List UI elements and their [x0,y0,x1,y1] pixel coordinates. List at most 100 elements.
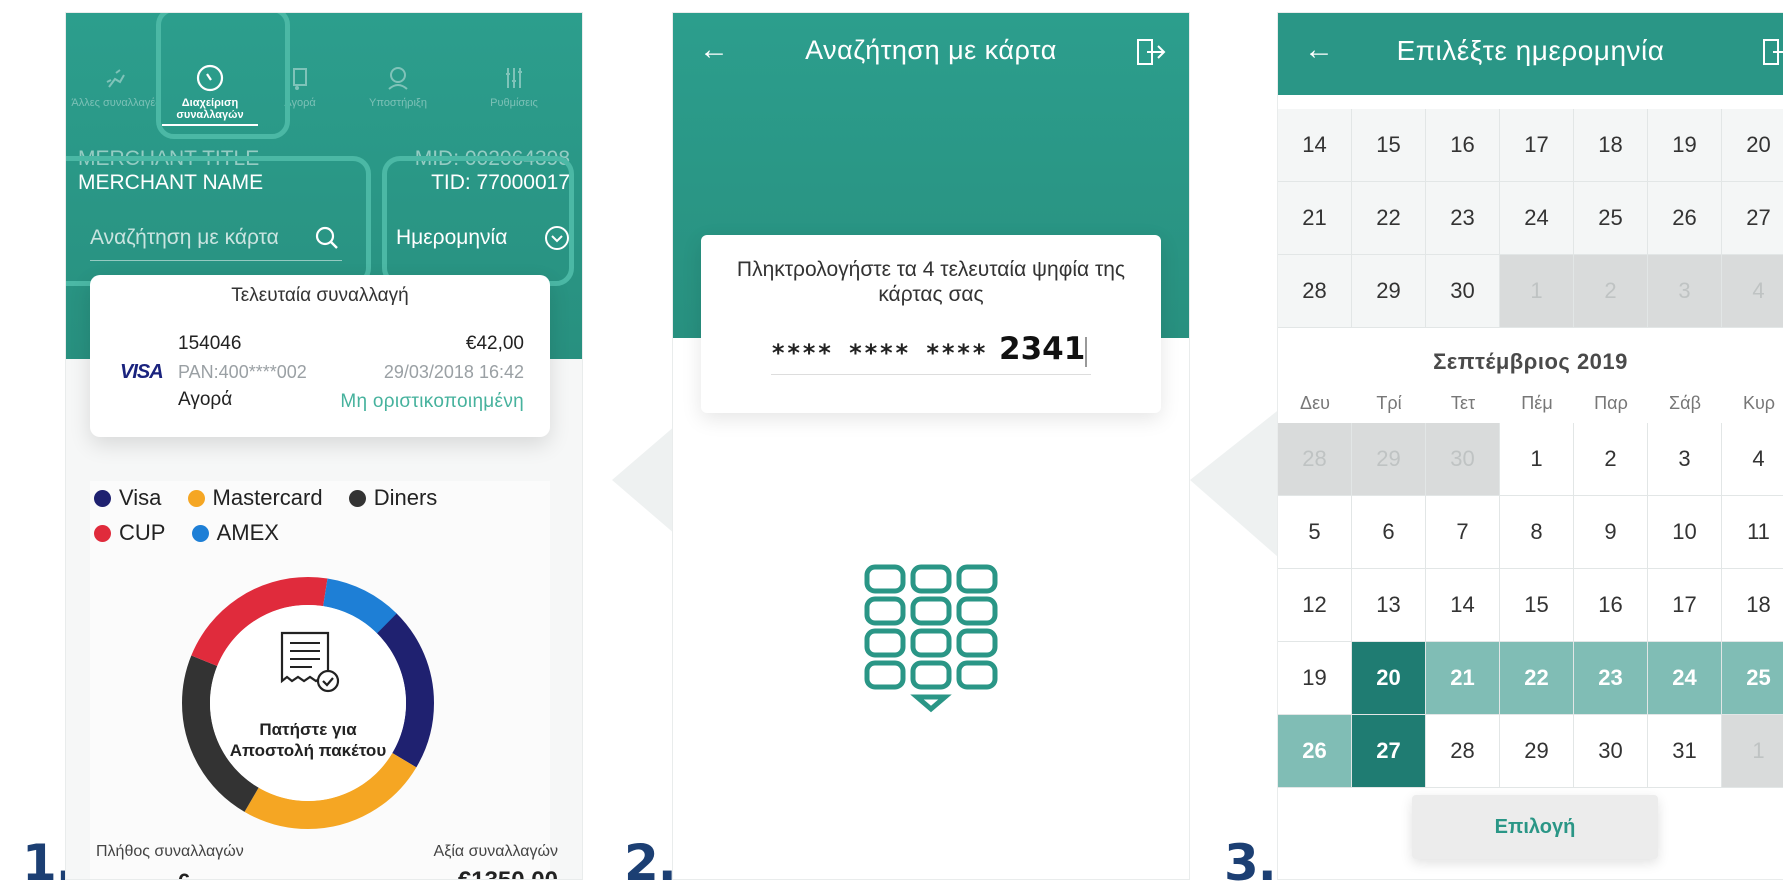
calendar-week-row: 14 15 16 17 18 19 20 [1278,109,1783,182]
calendar-day-cell[interactable]: 31 [1648,715,1722,788]
card-digits-instruction: Πληκτρολογήστε τα 4 τελευταία ψηφία της … [736,258,1126,306]
calendar-day-cell[interactable]: 28 [1278,255,1352,328]
nav-support[interactable]: Υποστήριξη [350,63,446,109]
weekday-label: Δευ [1300,393,1330,413]
calendar-day-cell[interactable]: 4 [1722,423,1783,496]
calendar-day-cell[interactable]: 6 [1352,496,1426,569]
weekday-label: Παρ [1594,393,1628,413]
calendar-day-cell[interactable]: 8 [1500,496,1574,569]
legend-label: CUP [119,520,166,545]
entered-digits: 2341 [999,331,1086,367]
calendar-day-cell[interactable]: 23 [1426,182,1500,255]
calendar-day-cell[interactable]: 2 [1574,423,1648,496]
nav-label: Άλλες συναλλαγές [71,97,161,109]
calendar-day-cell[interactable]: 12 [1278,569,1352,642]
calendar-day-cell[interactable]: 15 [1500,569,1574,642]
legend-label: AMEX [216,520,279,545]
last-transaction-title: Τελευταία συναλλαγή [231,285,409,306]
calendar-day-cell[interactable]: 17 [1648,569,1722,642]
transaction-count-label: Πλήθος συναλλαγών [96,843,244,860]
calendar-week-row: 28 29 30 1 2 3 4 [1278,255,1783,328]
calendar-day-cell[interactable]: 27 [1352,715,1426,788]
calendar-week-row: 26 27 28 29 30 31 1 [1278,715,1783,788]
calendar-day-cell[interactable]: 11 [1722,496,1783,569]
settings-icon [506,68,522,88]
logout-icon[interactable] [1135,37,1167,67]
calendar-day-cell[interactable]: 30 [1574,715,1648,788]
month-title: Σεπτέμβριος 2019 [1433,349,1628,374]
transaction-pan: PAN:400****002 [178,362,307,382]
calendar-day-cell[interactable]: 14 [1278,109,1352,182]
calendar-day-cell[interactable]: 19 [1278,642,1352,715]
calendar-day-cell[interactable]: 25 [1574,182,1648,255]
card-digits-input[interactable]: **** **** **** 2341 [771,331,1091,375]
calendar-day-cell[interactable]: 19 [1648,109,1722,182]
logout-icon[interactable] [1761,37,1783,67]
calendar-day-cell[interactable]: 22 [1500,642,1574,715]
masked-digits: **** **** **** [771,339,988,367]
calendar-day-cell[interactable]: 14 [1426,569,1500,642]
calendar-day-cell[interactable]: 18 [1574,109,1648,182]
calendar-day-cell[interactable]: 10 [1648,496,1722,569]
nav-settings[interactable]: Ρυθμίσεις [466,63,562,109]
legend-item-amex: AMEX [191,520,279,546]
weekday-label: Τρί [1376,393,1402,413]
nav-other-transactions[interactable]: Άλλες συναλλαγές [68,63,164,109]
calendar-day-cell[interactable]: 3 [1648,423,1722,496]
card-search-screen: ← Αναζήτηση με κάρτα Πληκτρολογήστε τα 4… [673,13,1189,879]
chart-legend-row-2: CUP AMEX [94,520,514,546]
calendar-day-cell[interactable]: 17 [1500,109,1574,182]
calendar-day-cell[interactable]: 24 [1648,642,1722,715]
calendar-day-cell[interactable]: 22 [1352,182,1426,255]
calendar-day-cell[interactable]: 26 [1278,715,1352,788]
calendar-week-row: 19 20 21 22 23 24 25 [1278,642,1783,715]
calendar-day-cell[interactable]: 7 [1426,496,1500,569]
calendar-day-cell[interactable]: 23 [1574,642,1648,715]
calendar-day-cell[interactable]: 20 [1352,642,1426,715]
calendar-day-cell[interactable]: 28 [1426,715,1500,788]
calendar-day-cell[interactable]: 15 [1352,109,1426,182]
calendar-day-cell: 2 [1574,255,1648,328]
calendar-day-cell: 28 [1278,423,1352,496]
calendar-day-cell[interactable]: 24 [1500,182,1574,255]
legend-item-diners: Diners [348,485,437,511]
highlight-date [382,156,574,286]
calendar-day-cell[interactable]: 26 [1648,182,1722,255]
transaction-status: Μη οριστικοποιημένη [340,391,524,412]
weekday-label: Κυρ [1742,393,1776,413]
step-number-3: 3. [1224,834,1277,892]
select-date-button[interactable]: Επιλογή [1412,795,1658,859]
calendar-day-cell[interactable]: 5 [1278,496,1352,569]
transaction-datetime: 29/03/2018 16:42 [383,362,524,382]
legend-item-mastercard: Mastercard [187,485,323,511]
top-nav: Άλλες συναλλαγές Διαχείριση συναλλαγών Α… [66,43,582,143]
highlight-card-search [66,156,371,286]
calendar-day-cell[interactable]: 16 [1574,569,1648,642]
calendar-day-cell[interactable]: 21 [1278,182,1352,255]
weekday-label: Σάβ [1669,393,1701,413]
keypad-icon[interactable] [861,561,1001,721]
calendar-day-cell[interactable]: 29 [1352,255,1426,328]
calendar-day-cell[interactable]: 18 [1722,569,1783,642]
calendar-day-cell: 1 [1500,255,1574,328]
calendar-day-cell[interactable]: 27 [1722,182,1783,255]
weekday-label: Πέμ [1521,393,1553,413]
last-transaction-card[interactable]: Τελευταία συναλλαγή 154046 €42,00 VISA P… [90,275,550,437]
calendar-day-cell[interactable]: 20 [1722,109,1783,182]
page-title: Αναζήτηση με κάρτα [805,35,1057,65]
calendar-day-cell[interactable]: 29 [1500,715,1574,788]
calendar-day-cell: 3 [1648,255,1722,328]
calendar-day-cell[interactable]: 21 [1426,642,1500,715]
calendar-day-cell[interactable]: 1 [1500,423,1574,496]
send-batch-donut[interactable]: Πατήστε για Αποστολή πακέτου [178,573,438,833]
calendar-day-cell[interactable]: 13 [1352,569,1426,642]
transaction-total-label: Αξία συναλλαγών [433,843,558,860]
calendar-week-row: 12 13 14 15 16 17 18 [1278,569,1783,642]
calendar-day-cell[interactable]: 25 [1722,642,1783,715]
calendar-day-cell[interactable]: 9 [1574,496,1648,569]
legend-item-visa: Visa [94,485,161,511]
calendar-day-cell[interactable]: 30 [1426,255,1500,328]
calendar-day-cell[interactable]: 16 [1426,109,1500,182]
highlight-nav [156,13,290,139]
legend-label: Visa [119,485,162,510]
